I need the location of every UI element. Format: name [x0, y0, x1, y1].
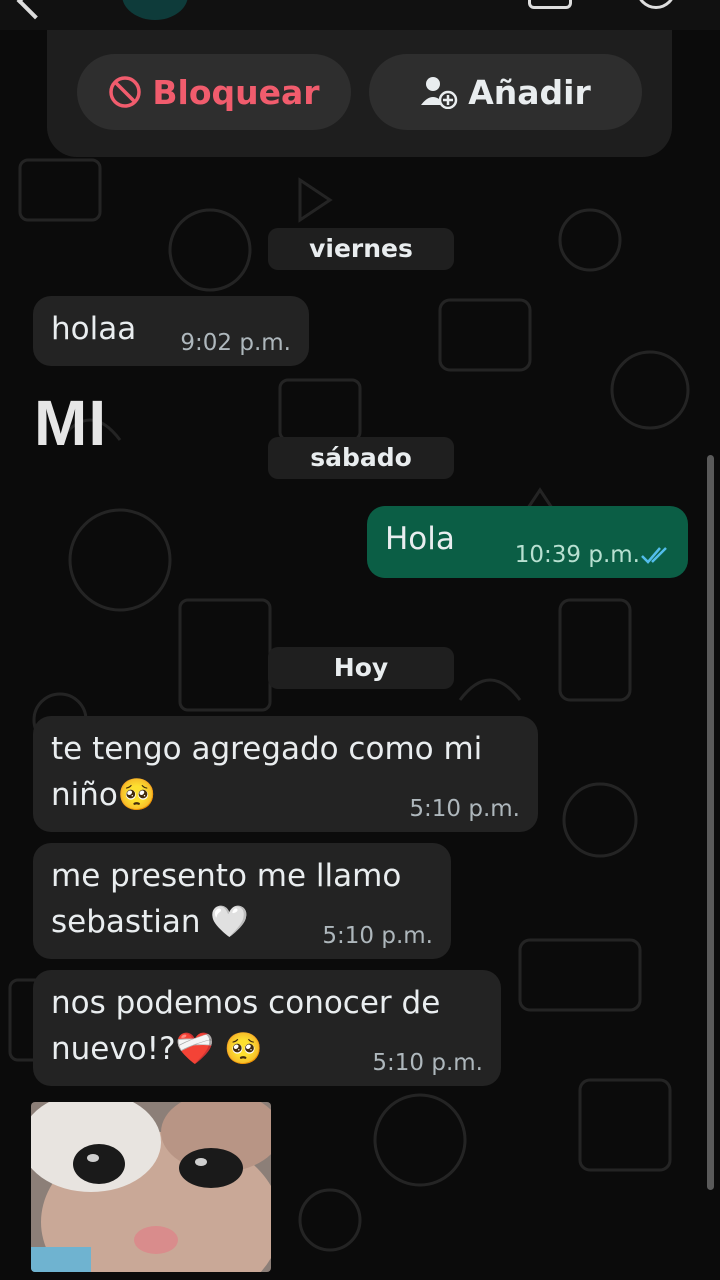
block-button[interactable]: Bloquear	[77, 54, 351, 130]
date-separator: viernes	[268, 228, 454, 270]
read-receipt-icon	[641, 547, 667, 564]
sticker-text: MI	[34, 387, 108, 459]
block-button-label: Bloquear	[152, 72, 320, 112]
top-app-bar	[0, 0, 720, 30]
incoming-message[interactable]: holaa 9:02 p.m.	[33, 296, 309, 366]
incoming-message[interactable]: te tengo agregado como mi niño🥺 5:10 p.m…	[33, 716, 538, 832]
incoming-message[interactable]: nos podemos conocer de nuevo!?❤️‍🩹 🥺 5:1…	[33, 970, 501, 1086]
chat-wallpaper-pattern	[8, 158, 690, 1252]
message-time: 5:10 p.m.	[409, 796, 520, 822]
back-arrow-icon[interactable]	[16, 0, 54, 20]
message-time: 5:10 p.m.	[372, 1050, 483, 1076]
kitten-image	[31, 1102, 271, 1272]
message-time: 9:02 p.m.	[180, 330, 291, 356]
add-contact-button-label: Añadir	[468, 72, 591, 112]
outgoing-message[interactable]: Hola 10:39 p.m.	[367, 506, 688, 578]
add-contact-button[interactable]: Añadir	[369, 54, 642, 130]
date-separator: sábado	[268, 437, 454, 479]
incoming-message[interactable]: me presento me llamo sebastian 🤍 5:10 p.…	[33, 843, 451, 959]
avatar[interactable]	[122, 0, 188, 20]
message-time: 5:10 p.m.	[322, 923, 433, 949]
kitten-photo[interactable]	[31, 1102, 271, 1272]
date-separator: Hoy	[268, 647, 454, 689]
block-icon	[109, 76, 142, 108]
video-call-icon[interactable]	[528, 0, 572, 9]
unknown-contact-action-card: Bloquear Añadir	[47, 30, 672, 157]
voice-call-icon[interactable]	[636, 0, 676, 9]
scrollbar[interactable]	[707, 455, 714, 1190]
message-time: 10:39 p.m.	[514, 542, 640, 568]
add-person-icon	[421, 77, 458, 109]
